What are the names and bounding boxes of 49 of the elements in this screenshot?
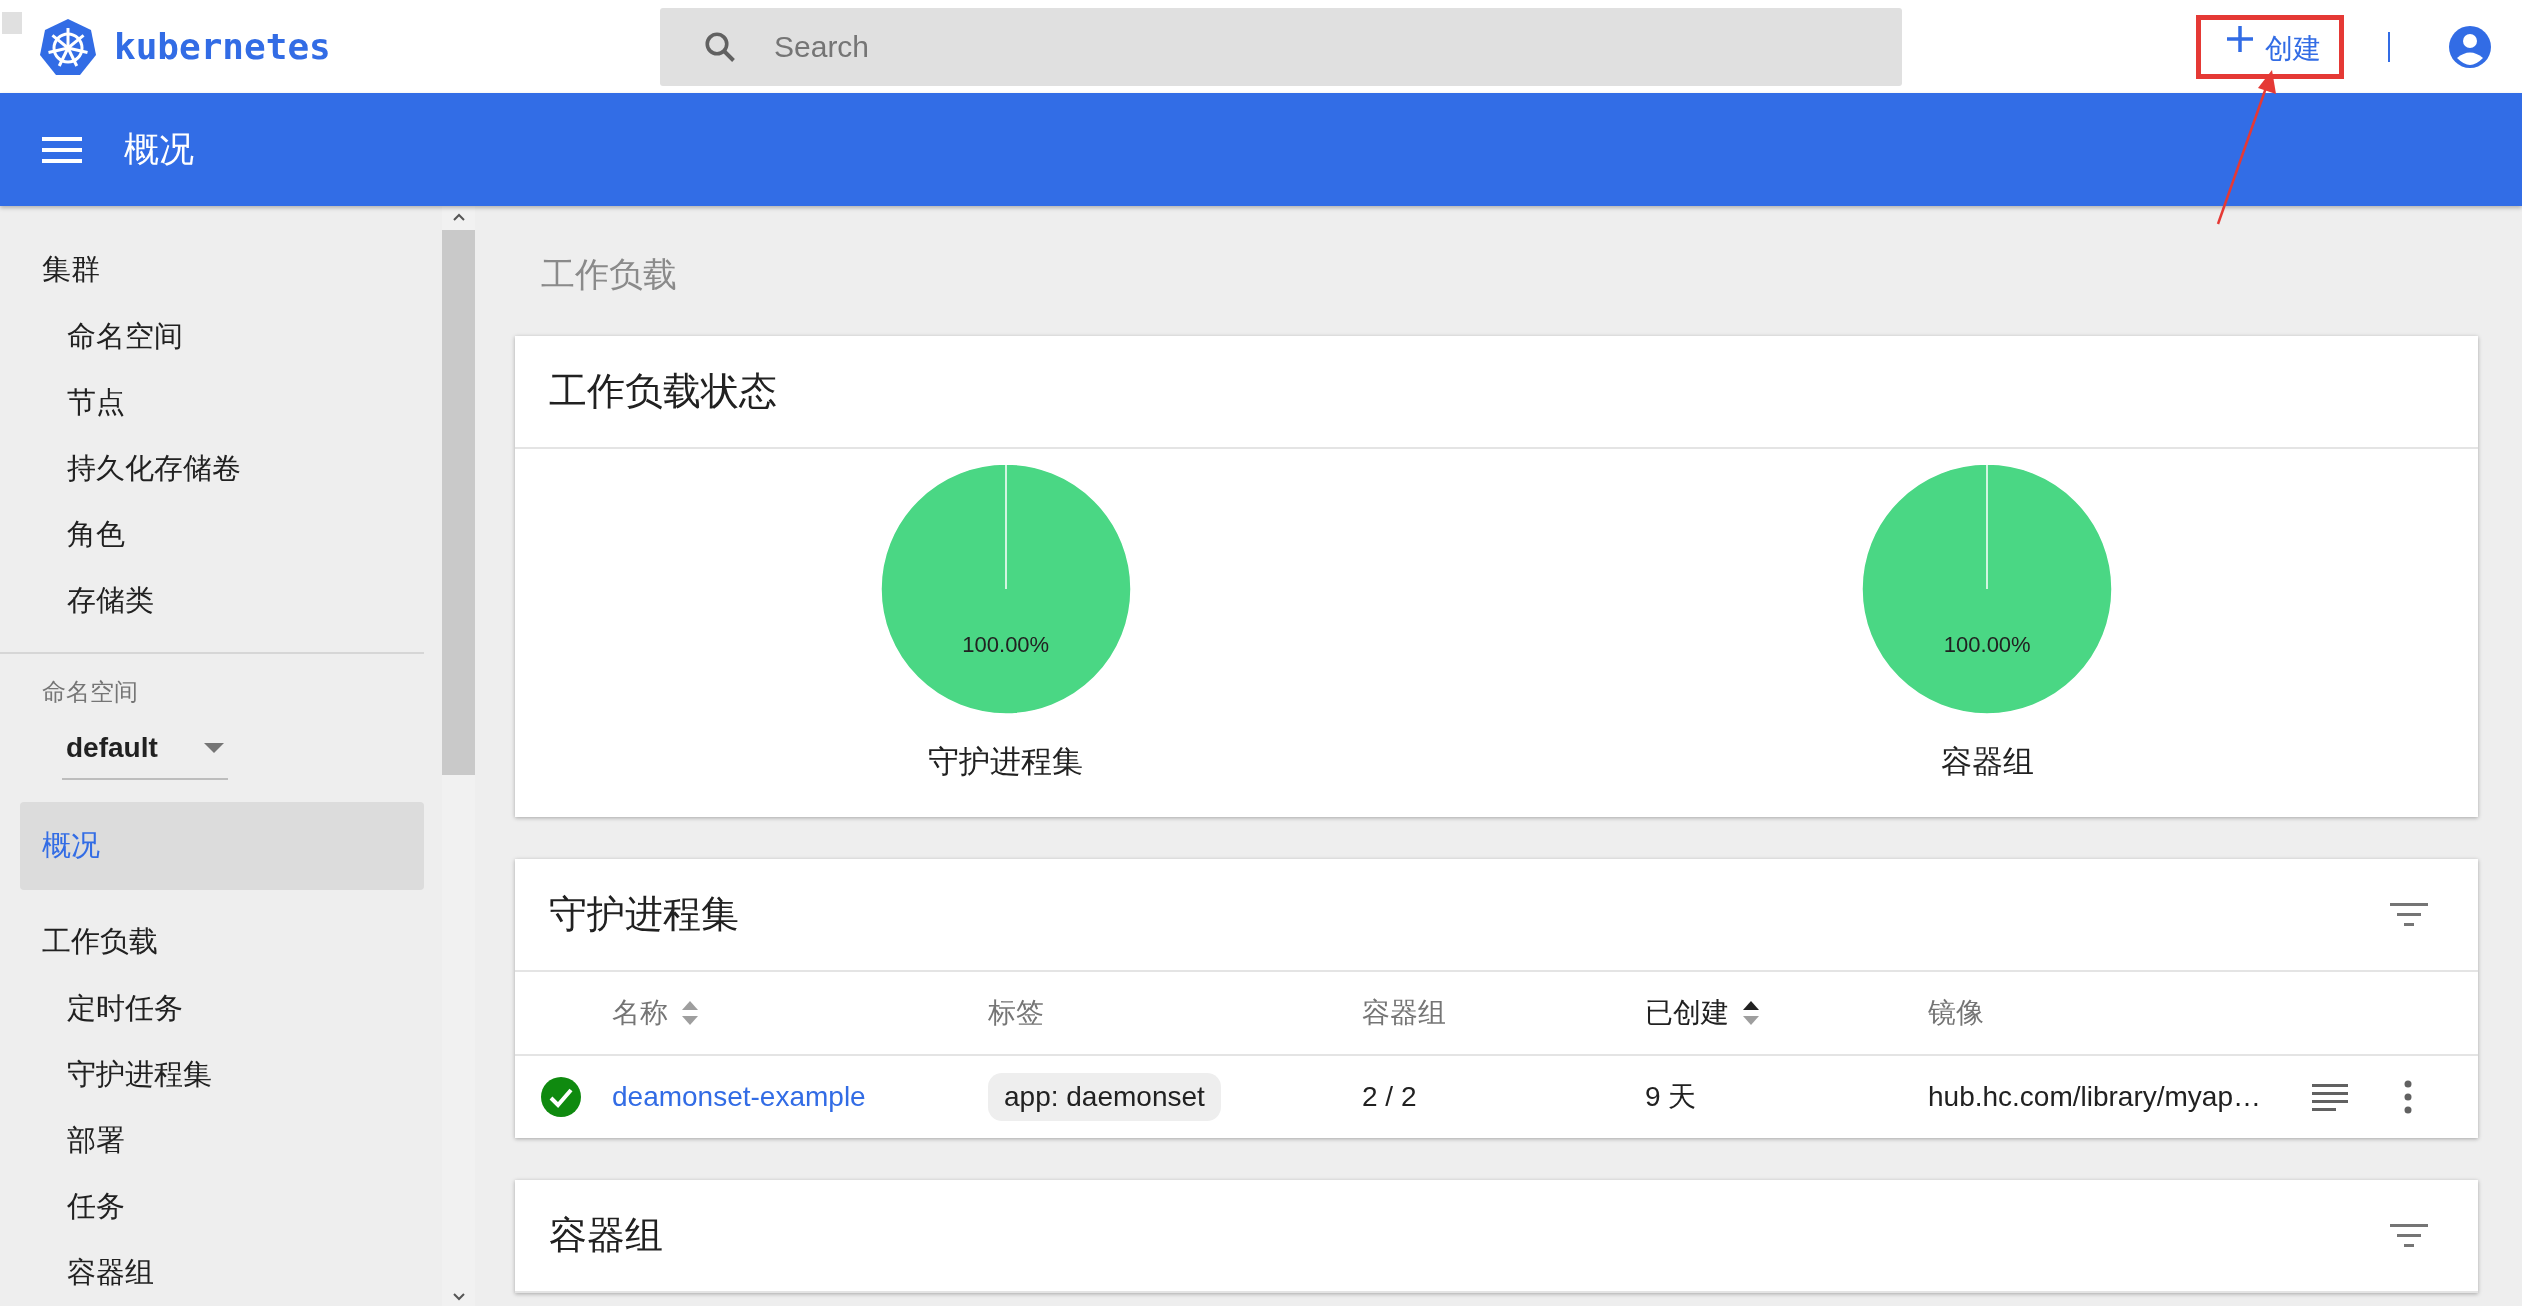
column-label: 标签 — [988, 996, 1044, 1030]
account-icon[interactable] — [2448, 24, 2492, 69]
helm-wheel-icon — [38, 16, 98, 77]
pie-value-label: 100.00% — [961, 632, 1051, 658]
card-title: 守护进程集 — [549, 892, 739, 937]
brand-name: kubernetes — [114, 26, 331, 67]
filter-icon — [2390, 1221, 2428, 1250]
nav-item[interactable]: 节点 — [0, 370, 442, 436]
nav-item[interactable]: 角色 — [0, 502, 442, 568]
nav-item[interactable]: 定时任务 — [0, 976, 442, 1042]
table-cell-text: 9 天 — [1645, 1080, 1698, 1114]
create-button[interactable]: 创建 — [2196, 14, 2344, 79]
nav-item[interactable]: 守护进程集 — [0, 1042, 442, 1108]
nav-item[interactable]: 命名空间 — [0, 304, 442, 370]
column-label: 容器组 — [1362, 996, 1446, 1030]
plus-icon — [2225, 23, 2255, 54]
column-label: 镜像 — [1928, 996, 1984, 1030]
dropdown-caret-icon — [204, 743, 224, 753]
table-cell-text: hub.hc.com/library/myap… — [1928, 1081, 2262, 1113]
name-link[interactable]: deamonset-example — [612, 1081, 866, 1112]
page-title: 工作负载 — [540, 254, 678, 295]
nav-item[interactable]: 存储类 — [0, 568, 442, 634]
more-vertical-icon — [2402, 1079, 2414, 1115]
table-cell-text: 2 / 2 — [1362, 1081, 1418, 1113]
nav-heading[interactable]: 集群 — [0, 236, 442, 304]
card-title: 工作负载状态 — [549, 369, 777, 414]
label-chip: app: daemonset — [988, 1073, 1221, 1121]
scrollbar-thumb[interactable] — [442, 230, 475, 775]
nav-item[interactable]: 任务 — [0, 1174, 442, 1240]
card-title: 容器组 — [549, 1213, 663, 1258]
filter-icon — [2390, 900, 2428, 929]
lines-icon — [2312, 1082, 2348, 1112]
scroll-up-icon[interactable] — [451, 212, 466, 222]
pie-value-label: 100.00% — [1942, 632, 2032, 658]
scroll-down-icon[interactable] — [451, 1292, 466, 1302]
menu-icon[interactable] — [42, 134, 82, 165]
search-field[interactable]: Search — [660, 7, 1902, 86]
column-label: 已创建 — [1645, 996, 1729, 1030]
namespace-label: 命名空间 — [41, 677, 139, 707]
nav-item[interactable]: 持久化存储卷 — [0, 436, 442, 502]
chart-caption: 守护进程集 — [928, 743, 1084, 781]
nav-heading[interactable]: 工作负载 — [0, 908, 442, 976]
search-input[interactable]: Search — [772, 28, 1902, 65]
column-label: 名称 — [612, 996, 668, 1030]
nav-item[interactable]: 容器组 — [0, 1240, 442, 1306]
toolbar-title: 概况 — [124, 128, 194, 170]
nav-item[interactable]: 部署 — [0, 1108, 442, 1174]
namespace-select[interactable]: default — [62, 722, 228, 780]
chart-caption: 容器组 — [1940, 743, 2034, 781]
